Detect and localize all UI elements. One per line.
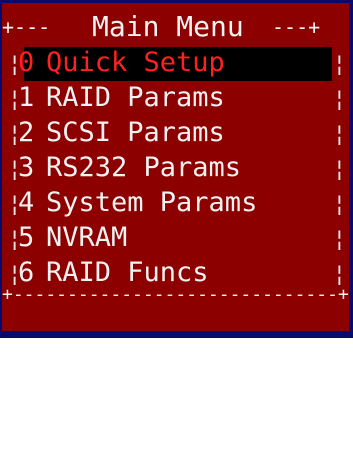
terminal-screen: +--- Main Menu ---+ ¦ 0 Quick Setup ¦ ¦ … — [0, 0, 353, 338]
menu-title: Main Menu — [92, 10, 244, 43]
menu-item-label: Quick Setup — [46, 47, 225, 78]
bottom-border: +------------------------------+ — [2, 285, 349, 305]
menu-item-number: 3 — [18, 152, 35, 183]
menu-item-quick-setup[interactable]: ¦ 0 Quick Setup ¦ — [8, 47, 348, 79]
menu-item-nvram[interactable]: ¦ 5 NVRAM ¦ — [8, 222, 348, 254]
menu-item-label: SCSI Params — [46, 117, 225, 148]
right-border: ¦ — [332, 87, 346, 112]
right-border: ¦ — [332, 192, 346, 217]
main-menu-panel: +--- Main Menu ---+ ¦ 0 Quick Setup ¦ ¦ … — [2, 3, 349, 331]
menu-item-number: 4 — [18, 187, 35, 218]
menu-header: +--- Main Menu ---+ — [2, 11, 349, 43]
menu-item-label: RAID Params — [46, 82, 225, 113]
right-border: ¦ — [332, 227, 346, 252]
right-border: ¦ — [332, 52, 346, 77]
top-right-border: ---+ — [272, 15, 321, 39]
menu-item-label: System Params — [46, 187, 258, 218]
menu-item-label: RS232 Params — [46, 152, 242, 183]
menu-item-raid-params[interactable]: ¦ 1 RAID Params ¦ — [8, 82, 348, 114]
menu-item-rs232-params[interactable]: ¦ 3 RS232 Params ¦ — [8, 152, 348, 184]
menu-item-scsi-params[interactable]: ¦ 2 SCSI Params ¦ — [8, 117, 348, 149]
right-border: ¦ — [332, 122, 346, 147]
top-left-border: +--- — [2, 15, 51, 39]
right-border: ¦ — [332, 157, 346, 182]
menu-item-label: NVRAM — [46, 222, 128, 253]
menu-item-system-params[interactable]: ¦ 4 System Params ¦ — [8, 187, 348, 219]
menu-item-number: 2 — [18, 117, 35, 148]
menu-item-number: 0 — [18, 47, 35, 78]
menu-item-number: 1 — [18, 82, 35, 113]
menu-item-number: 5 — [18, 222, 35, 253]
